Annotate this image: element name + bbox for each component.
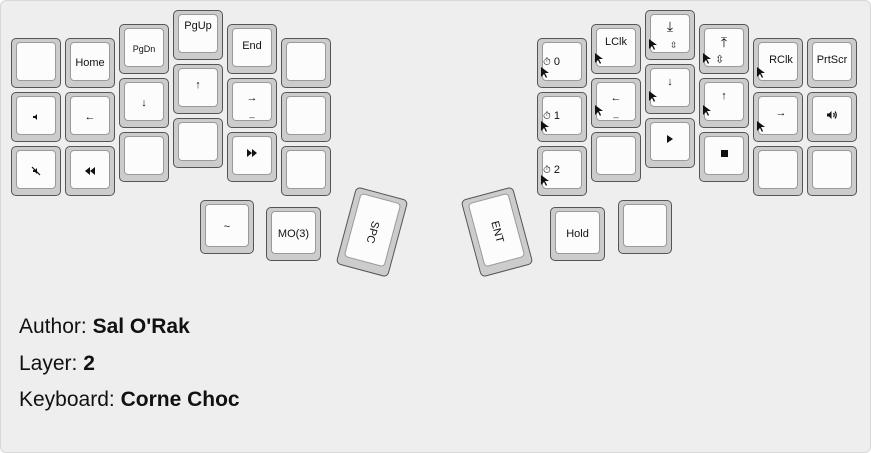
play-icon: [646, 119, 694, 167]
keyboard-value: Corne Choc: [120, 388, 240, 411]
key-home-label: Home: [75, 57, 105, 69]
key-mouse-left-label: ←: [610, 92, 622, 104]
key-scroll-down[interactable]: ⤓ ⇳: [645, 10, 695, 60]
key-hold[interactable]: Hold: [550, 207, 605, 261]
key-blank-r-r2c1[interactable]: [591, 132, 641, 182]
key-right-arrow-label: →: [246, 92, 258, 104]
rewind-icon: [66, 147, 114, 195]
key-pgup-label: PgUp: [184, 20, 212, 32]
key-blank-r-thumb[interactable]: [618, 200, 672, 254]
key-volume-down[interactable]: [11, 92, 61, 142]
key-right-arrow-sub: _: [249, 108, 255, 118]
key-volume-up[interactable]: [807, 92, 857, 142]
key-home[interactable]: Home: [65, 38, 115, 88]
volume-up-icon: [808, 93, 856, 141]
key-mouse-speed-2[interactable]: ⏱ 2: [537, 146, 587, 196]
layer-label: Layer:: [19, 352, 78, 375]
key-print-screen-label: PrtScr: [816, 54, 848, 66]
author-label: Author:: [19, 315, 87, 338]
key-mouse-speed-0[interactable]: ⏱ 0: [537, 38, 587, 88]
key-play[interactable]: [645, 118, 695, 168]
fast-forward-icon: [228, 133, 276, 181]
key-pgup[interactable]: PgUp: [173, 10, 223, 60]
mouse-cursor-icon: [703, 53, 713, 65]
mouse-cursor-icon: [595, 53, 605, 65]
key-pgdn-label: PgDn: [132, 44, 156, 54]
key-pgdn[interactable]: PgDn: [119, 24, 169, 74]
key-mouse-up-label: ↑: [721, 90, 727, 102]
key-left-click-label: LClk: [604, 36, 627, 48]
key-left-click[interactable]: LClk: [591, 24, 641, 74]
mouse-cursor-icon: [757, 67, 767, 79]
key-end-label: End: [242, 40, 262, 52]
key-right-click[interactable]: RClk: [753, 38, 803, 88]
updown-icon: ⇳: [670, 40, 678, 50]
key-blank-l-r1c5[interactable]: [281, 92, 331, 142]
key-blank-r-r2c4[interactable]: [753, 146, 803, 196]
key-mouse-down[interactable]: ↓: [645, 64, 695, 114]
volume-down-icon: [12, 93, 60, 141]
mouse-cursor-icon: [649, 91, 659, 103]
mouse-cursor-icon: [595, 105, 605, 117]
key-mute[interactable]: [11, 146, 61, 196]
key-print-screen[interactable]: PrtScr: [807, 38, 857, 88]
mouse-cursor-icon: [541, 121, 551, 133]
key-up-arrow-label: ↑: [195, 79, 201, 91]
key-blank-r-r2c5[interactable]: [807, 146, 857, 196]
key-blank-l-r2c3[interactable]: [173, 118, 223, 168]
key-right-click-label: RClk: [769, 54, 793, 66]
mouse-cursor-icon: [703, 105, 713, 117]
key-next-track[interactable]: [227, 132, 277, 182]
key-mouse-speed-1[interactable]: ⏱ 1: [537, 92, 587, 142]
key-stop[interactable]: [699, 132, 749, 182]
key-mo3-label: MO(3): [277, 228, 310, 240]
keyboard-label: Keyboard:: [19, 388, 115, 411]
scroll-down-icon: ⤓: [666, 17, 674, 34]
key-blank-l-r0c0[interactable]: [11, 38, 61, 88]
layer-value: 2: [83, 352, 95, 375]
key-left-arrow-label: ←: [84, 111, 96, 123]
key-mouse-right[interactable]: →: [753, 92, 803, 142]
key-down-arrow[interactable]: ↓: [119, 78, 169, 128]
key-mo3[interactable]: MO(3): [266, 207, 321, 261]
author-value: Sal O'Rak: [92, 315, 190, 338]
mouse-cursor-icon: [541, 175, 551, 187]
mouse-cursor-icon: [541, 67, 551, 79]
keyboard-line: Keyboard: Corne Choc: [19, 388, 240, 412]
key-mouse-down-label: ↓: [667, 76, 673, 88]
key-scroll-top[interactable]: ⤒ ⇳: [699, 24, 749, 74]
key-blank-l-r2c5[interactable]: [281, 146, 331, 196]
key-mouse-up[interactable]: ↑: [699, 78, 749, 128]
key-mouse-left[interactable]: ← _: [591, 78, 641, 128]
key-left-arrow[interactable]: ←: [65, 92, 115, 142]
key-tilde[interactable]: ~: [200, 200, 254, 254]
key-right-arrow[interactable]: → _: [227, 78, 277, 128]
key-mouse-right-label: →: [775, 107, 787, 119]
key-end[interactable]: End: [227, 24, 277, 74]
key-blank-l-r2c2[interactable]: [119, 132, 169, 182]
key-blank-l-r0c5[interactable]: [281, 38, 331, 88]
key-up-arrow[interactable]: ↑: [173, 64, 223, 114]
layer-line: Layer: 2: [19, 352, 95, 376]
mouse-cursor-icon: [649, 39, 659, 51]
key-tilde-label: ~: [223, 221, 231, 233]
key-prev-track[interactable]: [65, 146, 115, 196]
stop-icon: [700, 133, 748, 181]
key-down-arrow-label: ↓: [141, 97, 147, 109]
author-line: Author: Sal O'Rak: [19, 315, 190, 339]
mouse-cursor-icon: [757, 121, 767, 133]
updown-icon: ⇳: [715, 54, 725, 66]
mute-icon: [12, 147, 60, 195]
key-hold-label: Hold: [566, 228, 589, 240]
